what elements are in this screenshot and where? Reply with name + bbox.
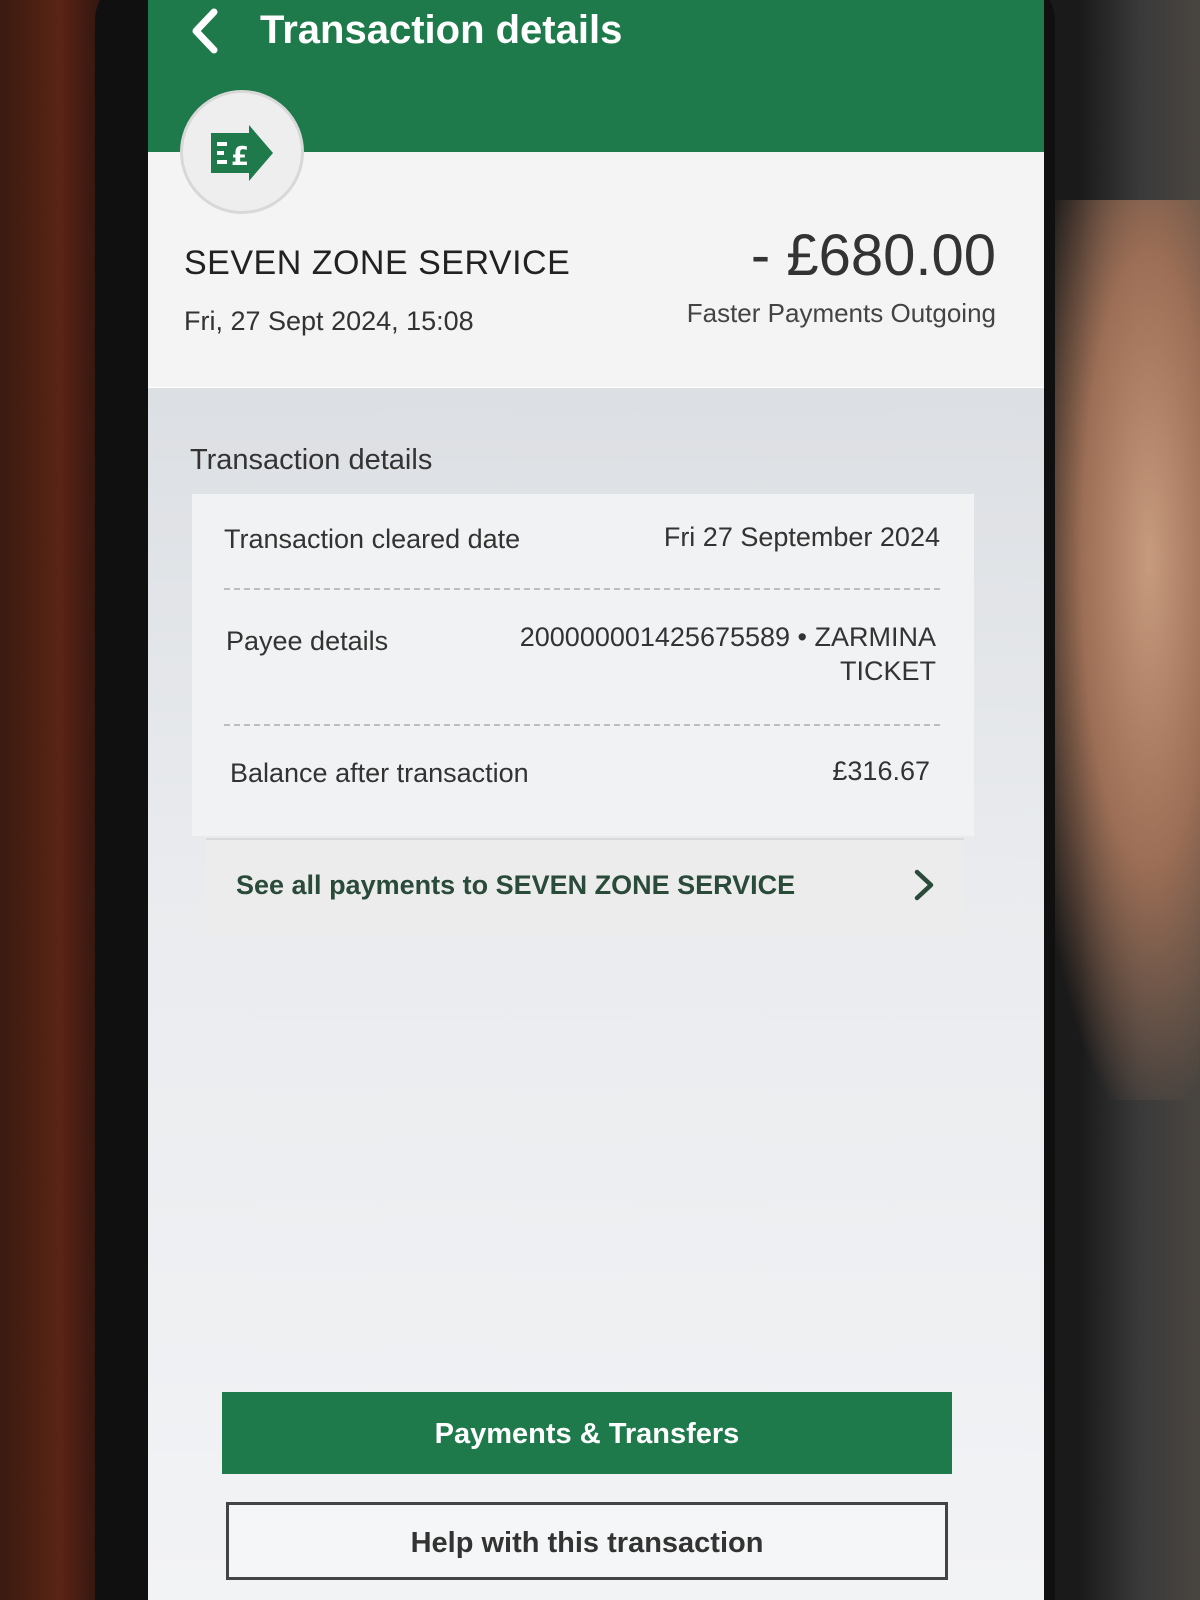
transaction-amount: - £680.00 xyxy=(750,223,996,288)
page-title: Transaction details xyxy=(260,8,623,52)
cleared-date-value: Fri 27 September 2024 xyxy=(663,522,940,552)
balance-after-label: Balance after transaction xyxy=(230,758,529,788)
background-hand xyxy=(1030,200,1200,1100)
payment-type: Faster Payments Outgoing xyxy=(686,298,996,328)
svg-text:£: £ xyxy=(231,142,249,172)
chevron-left-icon[interactable] xyxy=(184,6,228,56)
payee-details-value-line1: 200000001425675589 • ZARMINA xyxy=(519,622,936,652)
balance-after-value: £316.67 xyxy=(832,756,930,786)
row-divider xyxy=(224,724,940,726)
see-all-payments-link[interactable]: See all payments to SEVEN ZONE SERVICE xyxy=(206,838,964,936)
section-heading: Transaction details xyxy=(190,444,433,476)
details-card: Transaction cleared date Fri 27 Septembe… xyxy=(192,494,974,836)
faster-payment-outgoing-icon: £ xyxy=(180,90,304,214)
payee-details-label: Payee details xyxy=(226,626,389,656)
chevron-right-icon xyxy=(912,868,936,907)
transaction-datetime: Fri, 27 Sept 2024, 15:08 xyxy=(184,306,474,336)
help-with-transaction-button[interactable]: Help with this transaction xyxy=(226,1502,948,1580)
app-screen: Transaction details £ SEVEN ZONE SERVICE… xyxy=(148,0,1044,1600)
see-all-payments-label: See all payments to SEVEN ZONE SERVICE xyxy=(236,870,796,900)
row-divider xyxy=(224,588,940,590)
payee-name: SEVEN ZONE SERVICE xyxy=(184,244,571,282)
payee-details-value-line2: TICKET xyxy=(839,656,936,686)
cleared-date-label: Transaction cleared date xyxy=(224,524,521,554)
payments-transfers-button[interactable]: Payments & Transfers xyxy=(222,1392,952,1474)
